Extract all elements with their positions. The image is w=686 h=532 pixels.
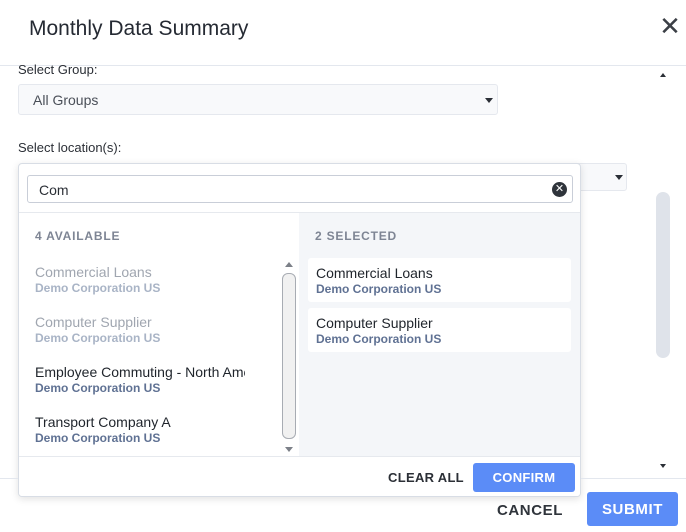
location-search-input[interactable] — [39, 181, 539, 199]
available-list-scrollbar-thumb[interactable] — [282, 273, 296, 439]
modal-scrollbar[interactable] — [656, 73, 670, 473]
confirm-button[interactable]: CONFIRM — [473, 463, 575, 492]
item-title: Computer Supplier — [35, 314, 152, 330]
available-heading: 4 AVAILABLE — [35, 229, 121, 243]
available-list-scrollbar[interactable] — [281, 258, 297, 456]
location-search-box[interactable]: ✕ — [27, 175, 573, 203]
available-list[interactable]: Commercial Loans Demo Corporation US Com… — [19, 258, 281, 456]
selected-item[interactable]: Commercial Loans Demo Corporation US — [308, 258, 571, 302]
list-item[interactable]: Employee Commuting - North America Demo … — [35, 364, 275, 404]
submit-button[interactable]: SUBMIT — [587, 492, 678, 526]
chevron-down-icon — [485, 98, 493, 103]
item-subtitle: Demo Corporation US — [35, 431, 161, 445]
scroll-down-icon[interactable] — [660, 464, 666, 468]
selected-heading: 2 SELECTED — [315, 229, 398, 243]
item-subtitle: Demo Corporation US — [35, 281, 161, 295]
group-select[interactable]: All Groups — [18, 84, 498, 115]
modal-header: Monthly Data Summary ✕ — [0, 0, 686, 66]
scroll-up-icon[interactable] — [285, 262, 293, 267]
clear-search-icon[interactable]: ✕ — [552, 182, 567, 197]
item-title: Employee Commuting - North America — [35, 364, 245, 380]
modal-title: Monthly Data Summary — [29, 17, 249, 40]
group-select-value: All Groups — [33, 92, 99, 108]
close-icon[interactable]: ✕ — [657, 13, 683, 40]
dropdown-footer: CLEAR ALL CONFIRM — [19, 456, 580, 496]
list-item[interactable]: Commercial Loans Demo Corporation US — [35, 264, 275, 304]
item-title: Commercial Loans — [35, 264, 152, 280]
location-dropdown: ✕ 4 AVAILABLE Commercial Loans Demo Corp… — [18, 163, 581, 497]
item-subtitle: Demo Corporation US — [35, 331, 161, 345]
group-label: Select Group: — [18, 62, 98, 77]
item-subtitle: Demo Corporation US — [316, 282, 442, 296]
item-title: Transport Company A — [35, 414, 171, 430]
item-title: Computer Supplier — [316, 315, 433, 331]
selected-column: 2 SELECTED Commercial Loans Demo Corpora… — [299, 213, 580, 456]
item-title: Commercial Loans — [316, 265, 433, 281]
scroll-down-icon[interactable] — [285, 447, 293, 452]
item-subtitle: Demo Corporation US — [316, 332, 442, 346]
location-label: Select location(s): — [18, 140, 122, 155]
selected-item[interactable]: Computer Supplier Demo Corporation US — [308, 308, 571, 352]
cancel-button[interactable]: CANCEL — [484, 494, 576, 526]
modal-scrollbar-thumb[interactable] — [656, 192, 670, 358]
chevron-down-icon — [615, 175, 623, 180]
item-subtitle: Demo Corporation US — [35, 381, 161, 395]
list-item[interactable]: Computer Supplier Demo Corporation US — [35, 314, 275, 354]
divider — [0, 478, 18, 479]
clear-all-button[interactable]: CLEAR ALL — [380, 463, 472, 492]
scroll-up-icon[interactable] — [660, 73, 666, 77]
available-column: 4 AVAILABLE Commercial Loans Demo Corpor… — [19, 213, 299, 456]
list-item[interactable]: Transport Company A Demo Corporation US — [35, 414, 275, 454]
divider — [581, 478, 686, 479]
